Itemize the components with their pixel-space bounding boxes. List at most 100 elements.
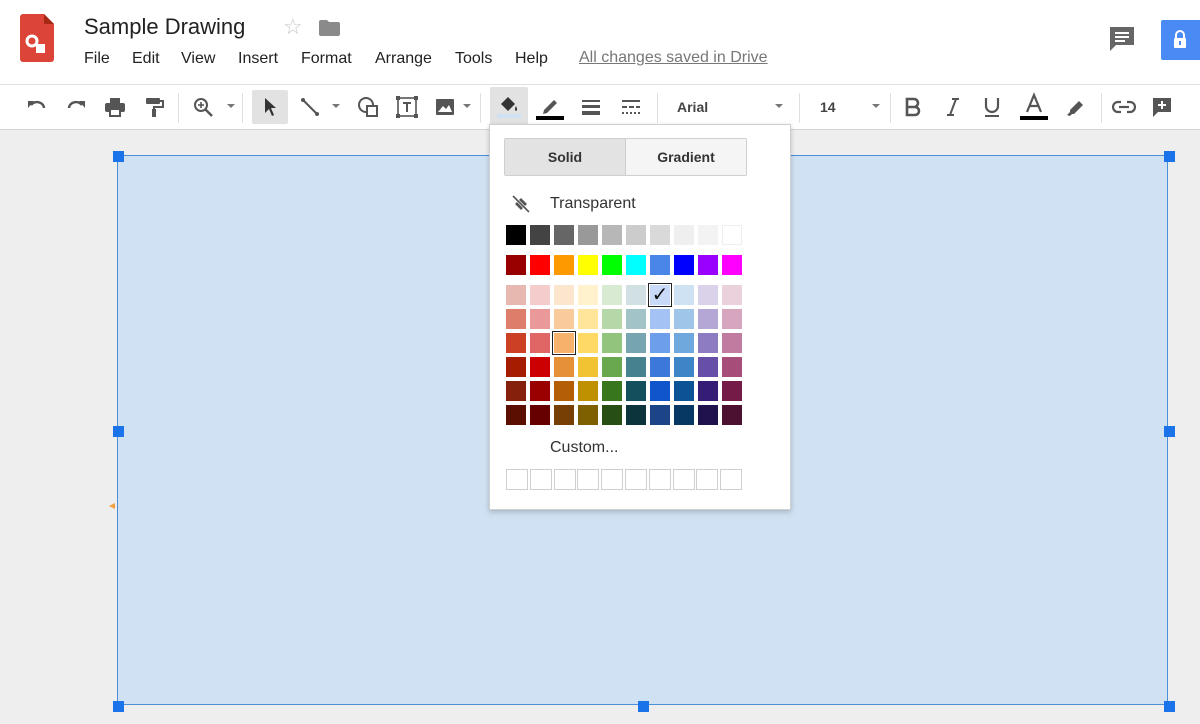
print-icon[interactable] [100, 85, 130, 129]
color-swatch[interactable] [530, 357, 550, 377]
color-swatch[interactable] [698, 285, 718, 305]
color-swatch[interactable] [722, 255, 742, 275]
menu-edit[interactable]: Edit [132, 50, 160, 68]
color-swatch[interactable] [506, 285, 526, 305]
color-swatch[interactable] [506, 225, 526, 245]
color-swatch[interactable] [722, 333, 742, 353]
color-swatch[interactable] [626, 357, 646, 377]
color-swatch[interactable] [554, 357, 574, 377]
color-swatch[interactable] [530, 255, 550, 275]
color-swatch[interactable] [626, 285, 646, 305]
color-swatch[interactable] [602, 357, 622, 377]
star-icon[interactable]: ☆ [283, 14, 303, 40]
color-swatch[interactable] [626, 381, 646, 401]
folder-icon[interactable] [319, 20, 340, 36]
color-swatch[interactable] [674, 225, 694, 245]
custom-color-slot[interactable] [720, 469, 743, 490]
redo-icon[interactable] [61, 85, 91, 129]
resize-handle-bottom-left[interactable] [113, 701, 124, 712]
color-swatch[interactable] [650, 225, 670, 245]
color-swatch[interactable] [530, 381, 550, 401]
color-swatch[interactable] [506, 255, 526, 275]
color-swatch[interactable] [602, 255, 622, 275]
resize-handle-top-left[interactable] [113, 151, 124, 162]
color-swatch[interactable] [698, 333, 718, 353]
color-swatch[interactable] [578, 405, 598, 425]
color-swatch[interactable] [674, 381, 694, 401]
color-swatch[interactable] [554, 405, 574, 425]
color-swatch[interactable] [554, 309, 574, 329]
custom-color-slot[interactable] [506, 469, 528, 490]
comments-icon[interactable] [1107, 24, 1137, 54]
color-swatch[interactable] [506, 381, 526, 401]
color-swatch[interactable] [552, 331, 576, 355]
color-swatch[interactable] [506, 309, 526, 329]
comment-add-icon[interactable] [1148, 85, 1176, 129]
menu-help[interactable]: Help [515, 50, 548, 68]
color-swatch[interactable] [698, 357, 718, 377]
line-icon[interactable] [296, 85, 324, 129]
save-status-link[interactable]: All changes saved in Drive [579, 49, 768, 67]
zoom-dropdown-arrow-icon[interactable] [227, 104, 235, 108]
custom-color-slot[interactable] [696, 469, 719, 490]
undo-icon[interactable] [22, 85, 52, 129]
image-icon[interactable] [430, 85, 460, 129]
color-swatch[interactable] [722, 381, 742, 401]
color-swatch[interactable] [650, 381, 670, 401]
color-swatch[interactable] [698, 225, 718, 245]
color-swatch[interactable] [602, 225, 622, 245]
color-swatch[interactable] [698, 309, 718, 329]
color-swatch[interactable] [602, 405, 622, 425]
paint-format-icon[interactable] [139, 85, 169, 129]
color-swatch[interactable] [650, 333, 670, 353]
custom-color-slot[interactable] [577, 469, 600, 490]
color-swatch[interactable] [530, 285, 550, 305]
color-swatch[interactable] [650, 357, 670, 377]
color-swatch[interactable] [530, 333, 550, 353]
highlight-icon[interactable] [1062, 85, 1088, 129]
color-swatch[interactable] [650, 405, 670, 425]
color-swatch[interactable]: ✓ [648, 283, 672, 307]
color-swatch[interactable] [674, 405, 694, 425]
text-color-icon[interactable] [1018, 85, 1050, 129]
custom-color-slot[interactable] [553, 469, 576, 490]
custom-color-slot[interactable] [625, 469, 647, 490]
color-swatch[interactable] [674, 309, 694, 329]
tab-gradient[interactable]: Gradient [626, 139, 746, 175]
resize-handle-bottom[interactable] [638, 701, 649, 712]
font-size-select[interactable]: 14 [820, 85, 860, 129]
color-swatch[interactable] [650, 309, 670, 329]
color-swatch[interactable] [554, 225, 574, 245]
color-swatch[interactable] [626, 225, 646, 245]
color-swatch[interactable] [554, 255, 574, 275]
link-icon[interactable] [1110, 85, 1138, 129]
color-swatch[interactable] [530, 309, 550, 329]
color-swatch[interactable] [722, 309, 742, 329]
color-swatch[interactable] [602, 381, 622, 401]
font-family-select[interactable]: Arial [677, 85, 777, 129]
custom-color-slot[interactable] [648, 469, 671, 490]
color-swatch[interactable] [530, 405, 550, 425]
color-swatch[interactable] [722, 225, 742, 245]
menu-arrange[interactable]: Arrange [375, 50, 432, 68]
custom-color-slot[interactable] [529, 469, 552, 490]
border-dash-icon[interactable] [616, 85, 646, 129]
menu-insert[interactable]: Insert [238, 50, 278, 68]
share-button[interactable] [1161, 20, 1200, 60]
color-swatch[interactable] [674, 357, 694, 377]
shape-icon[interactable] [353, 85, 383, 129]
custom-color-slot[interactable] [601, 469, 624, 490]
font-dropdown-arrow-icon[interactable] [775, 104, 783, 108]
image-dropdown-arrow-icon[interactable] [463, 104, 471, 108]
color-swatch[interactable] [698, 381, 718, 401]
color-swatch[interactable] [554, 285, 574, 305]
color-swatch[interactable] [722, 405, 742, 425]
color-swatch[interactable] [554, 381, 574, 401]
border-weight-icon[interactable] [576, 85, 606, 129]
drawings-logo-icon[interactable] [20, 14, 54, 62]
font-size-dropdown-arrow-icon[interactable] [872, 104, 880, 108]
color-swatch[interactable] [578, 309, 598, 329]
color-swatch[interactable] [578, 255, 598, 275]
color-swatch[interactable] [698, 405, 718, 425]
select-icon[interactable] [252, 90, 288, 124]
